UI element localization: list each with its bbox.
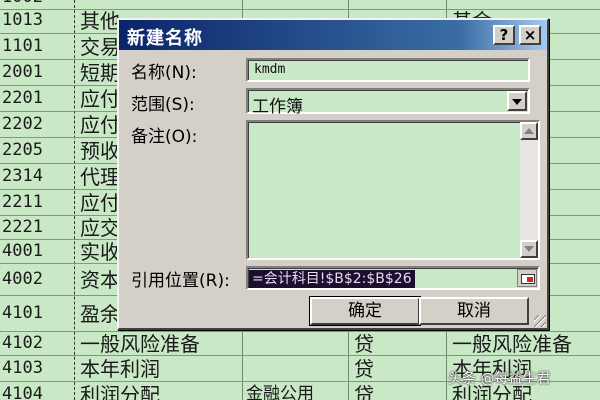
name-label: 名称(N): bbox=[131, 63, 197, 83]
ok-button[interactable]: 确定 bbox=[309, 296, 421, 326]
comment-textarea[interactable] bbox=[246, 120, 540, 260]
account-name-cell[interactable]: 利润分配 bbox=[80, 382, 240, 400]
category-cell[interactable]: 金融公用 bbox=[246, 382, 346, 400]
account-code-cell[interactable]: 2202 bbox=[2, 112, 74, 137]
account-code-cell[interactable]: 4102 bbox=[2, 332, 74, 355]
scroll-down-icon[interactable] bbox=[520, 240, 538, 258]
direction-cell[interactable]: 贷 bbox=[354, 332, 444, 355]
account-name-cell[interactable]: 一般风险准备 bbox=[80, 332, 240, 355]
account-code-cell[interactable]: 1101 bbox=[2, 34, 74, 59]
help-button[interactable]: ? bbox=[493, 25, 515, 45]
dialog-titlebar[interactable]: 新建名称 ? × bbox=[119, 20, 547, 50]
account-code-cell[interactable]: 4001 bbox=[2, 240, 74, 263]
scope-select[interactable]: 工作簿 bbox=[246, 88, 530, 117]
collapse-dialog-icon[interactable] bbox=[517, 269, 537, 287]
dropdown-arrow-icon[interactable] bbox=[507, 91, 527, 111]
name-input[interactable]: kmdm bbox=[246, 58, 530, 82]
cancel-button[interactable]: 取消 bbox=[419, 297, 529, 325]
account-code-cell[interactable]: 4103 bbox=[2, 356, 74, 381]
account-code-cell[interactable]: 2211 bbox=[2, 190, 74, 215]
ref-input[interactable]: =会计科目!$B$2:$B$26 bbox=[246, 266, 540, 290]
ref-value: =会计科目!$B$2:$B$26 bbox=[249, 270, 415, 288]
resize-grip-icon[interactable] bbox=[534, 315, 546, 327]
account-code-cell[interactable]: 1013 bbox=[2, 8, 74, 33]
category-cell[interactable] bbox=[246, 356, 346, 381]
watermark: 头条 @每益生君 bbox=[448, 371, 551, 387]
account-code-cell[interactable]: 4101 bbox=[2, 296, 74, 331]
account-code-cell[interactable]: 2001 bbox=[2, 60, 74, 85]
dialog-title: 新建名称 bbox=[127, 28, 203, 49]
report-item-cell[interactable]: 一般风险准备 bbox=[452, 332, 600, 355]
account-code-cell[interactable]: 2221 bbox=[2, 216, 74, 239]
close-button[interactable]: × bbox=[519, 25, 541, 45]
ref-label: 引用位置(R): bbox=[131, 271, 230, 291]
account-code-cell[interactable]: 2201 bbox=[2, 86, 74, 111]
comment-scrollbar[interactable] bbox=[520, 122, 538, 258]
scroll-up-icon[interactable] bbox=[520, 122, 538, 140]
scope-value: 工作簿 bbox=[252, 97, 303, 117]
new-name-dialog: 新建名称 ? × 名称(N): kmdm 范围(S): 工作簿 备注(O): 引… bbox=[117, 18, 549, 330]
account-code-cell[interactable]: 2314 bbox=[2, 164, 74, 189]
scope-label: 范围(S): bbox=[131, 95, 195, 115]
category-cell[interactable] bbox=[246, 332, 346, 355]
direction-cell[interactable]: 贷 bbox=[354, 382, 444, 400]
account-code-cell[interactable]: 2205 bbox=[2, 138, 74, 163]
account-code-cell[interactable]: 4002 bbox=[2, 264, 74, 295]
account-code-cell[interactable]: 4104 bbox=[2, 382, 74, 400]
comment-label: 备注(O): bbox=[131, 127, 198, 147]
direction-cell[interactable]: 贷 bbox=[354, 356, 444, 381]
account-name-cell[interactable]: 本年利润 bbox=[80, 356, 240, 381]
table-row[interactable]: 4102 一般风险准备贷一般风险准备 bbox=[0, 332, 600, 356]
